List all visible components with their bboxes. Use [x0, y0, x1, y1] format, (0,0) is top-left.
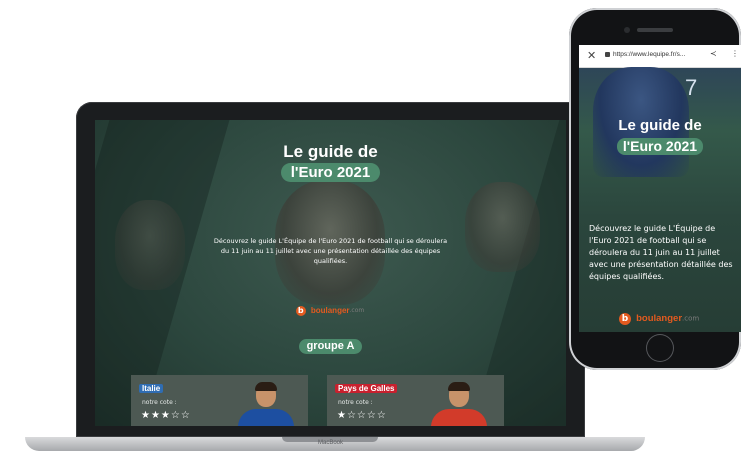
- group-heading-wrap: groupe A: [95, 334, 566, 354]
- sponsor-name: boulanger: [636, 313, 683, 324]
- sponsor-logo[interactable]: b boulanger.com: [619, 308, 699, 327]
- sponsor-domain: .com: [682, 314, 700, 323]
- page-title: Le guide de: [618, 117, 702, 134]
- rating-label: notre cote :: [338, 399, 373, 406]
- sponsor-name: boulanger: [310, 306, 350, 315]
- page-title-highlight: l'Euro 2021: [280, 163, 381, 182]
- page-description: Découvrez le guide L'Équipe de l'Euro 20…: [213, 237, 448, 265]
- laptop-brand-label: MacBook: [317, 440, 343, 446]
- page-title-highlight: l'Euro 2021: [616, 138, 704, 155]
- player-photo: [115, 200, 185, 290]
- team-card-italie[interactable]: Italie notre cote : ★★★☆☆: [131, 375, 308, 426]
- rating-stars: ★★★☆☆: [141, 410, 191, 421]
- page-title-highlight-wrap: l'Euro 2021: [579, 136, 741, 155]
- page-title-highlight-wrap: l'Euro 2021: [95, 162, 566, 182]
- player-avatar: [234, 382, 298, 426]
- more-icon[interactable]: ⋮: [731, 49, 739, 58]
- camera-icon: [624, 27, 630, 33]
- laptop-screen: Le guide de l'Euro 2021 Découvrez le gui…: [95, 120, 566, 426]
- share-icon[interactable]: ≺: [710, 49, 717, 58]
- rating-stars: ★☆☆☆☆: [337, 410, 387, 421]
- lock-icon: [605, 52, 610, 57]
- sponsor-domain: .com: [349, 307, 365, 314]
- phone-screen: ✕ https://www.lequipe.fr/s... ≺ ⋮ 7 Le g…: [579, 45, 741, 332]
- player-avatar: [427, 382, 491, 426]
- home-button[interactable]: [646, 334, 674, 362]
- browser-url-bar[interactable]: ✕ https://www.lequipe.fr/s... ≺ ⋮: [579, 45, 741, 68]
- page-title: Le guide de: [283, 142, 378, 161]
- boulanger-logo-icon: b: [295, 305, 306, 316]
- sponsor-logo[interactable]: b boulanger.com: [275, 300, 385, 319]
- team-card-pays-de-galles[interactable]: Pays de Galles notre cote : ★☆☆☆☆: [327, 375, 504, 426]
- url-text[interactable]: https://www.lequipe.fr/s...: [613, 51, 685, 58]
- page-description: Découvrez le guide L'Équipe de l'Euro 20…: [589, 224, 733, 281]
- team-name: Italie: [139, 384, 164, 393]
- rating-label: notre cote :: [142, 399, 177, 406]
- team-name: Pays de Galles: [335, 384, 398, 393]
- speaker-grille: [637, 28, 673, 32]
- boulanger-logo-icon: b: [619, 312, 631, 325]
- group-heading: groupe A: [298, 339, 363, 354]
- player-photo: [465, 182, 540, 272]
- jersey-number: 7: [685, 75, 698, 100]
- close-icon[interactable]: ✕: [587, 48, 596, 64]
